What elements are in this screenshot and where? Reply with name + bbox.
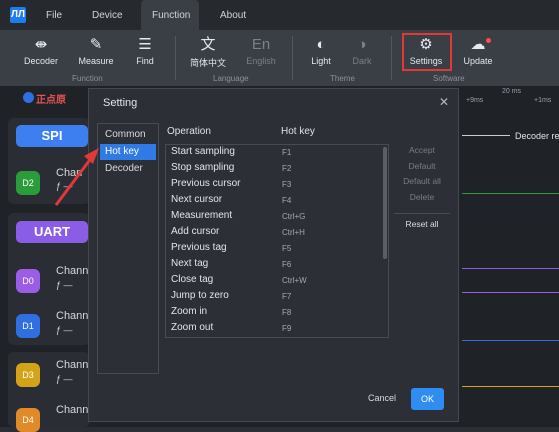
annotation-arrow-icon xyxy=(54,148,99,206)
